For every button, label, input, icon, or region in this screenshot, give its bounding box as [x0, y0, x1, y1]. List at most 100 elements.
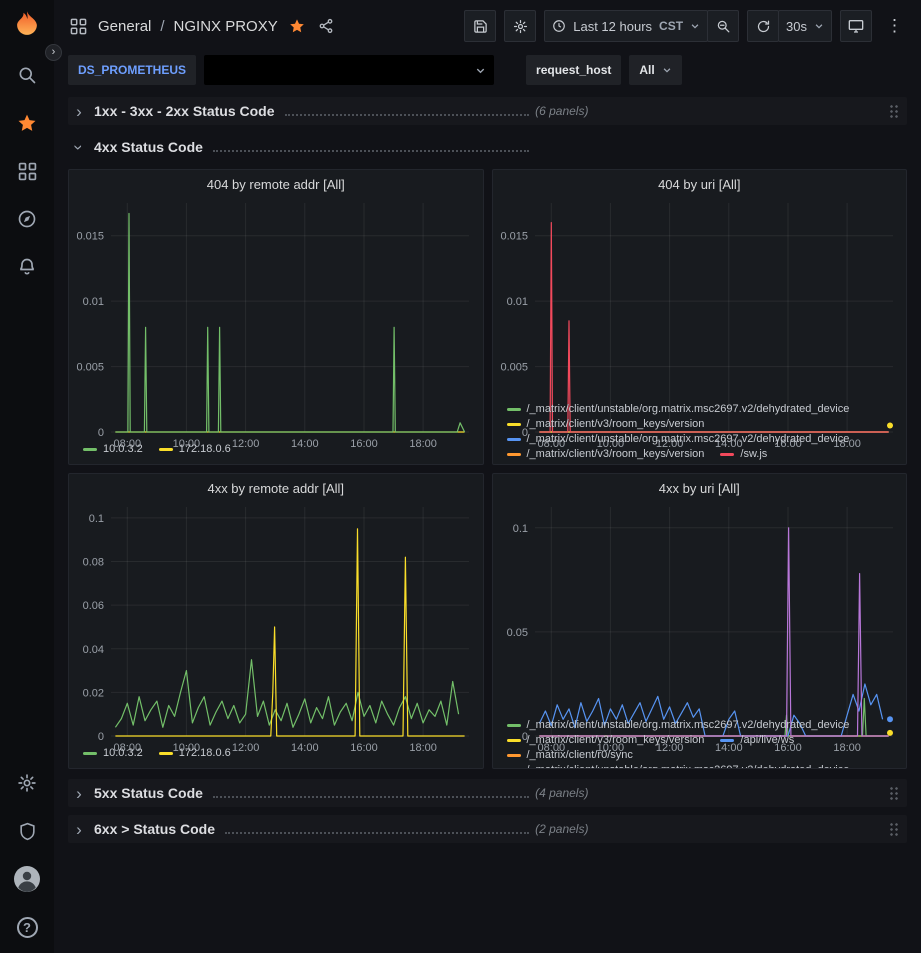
row-header-left: › 4xx Status Code [72, 139, 535, 156]
panel-title[interactable]: 404 by remote addr [All] [69, 170, 483, 193]
legend-item[interactable]: 172.18.0.6 [159, 442, 231, 456]
legend-item[interactable]: /_matrix/client/v3/room_keys/version [507, 733, 705, 747]
user-avatar[interactable] [0, 855, 54, 903]
star-icon[interactable] [287, 16, 307, 36]
dashboard-submenu: DS_PROMETHEUS request_host All [54, 52, 921, 95]
legend-item[interactable]: 172.18.0.6 [159, 746, 231, 760]
series-lines [115, 214, 464, 433]
tv-mode-button[interactable] [840, 10, 872, 42]
panel-legend: 10.0.3.2 172.18.0.6 [69, 744, 483, 768]
share-icon[interactable] [316, 16, 336, 36]
refresh-interval-label: 30s [786, 19, 807, 34]
dashboard-title[interactable]: NGINX PROXY [174, 18, 278, 35]
panel-404-by-uri: 404 by uri [All] 08:0010:0012:0014:0016:… [492, 169, 908, 465]
alerting-bell-icon[interactable] [0, 243, 54, 291]
sidebar-bottom: ? [0, 759, 54, 953]
chevron-down-icon [662, 65, 672, 75]
time-series-chart[interactable]: 08:0010:0012:0014:0016:0018:0000.050.1 [493, 497, 907, 716]
row-dots-leader [225, 832, 529, 834]
legend-item[interactable]: /_matrix/client/v3/room_keys/version [507, 417, 705, 431]
row-title: 4xx Status Code [94, 139, 203, 155]
svg-text:0: 0 [98, 731, 104, 743]
svg-text:0.1: 0.1 [89, 513, 104, 525]
dashboard-content: › 1xx - 3xx - 2xx Status Code (6 panels)… [54, 95, 921, 843]
legend-item[interactable]: /sw.js [720, 447, 767, 461]
legend-item[interactable]: /_matrix/client/unstable/org.matrix.msc2… [507, 432, 850, 446]
svg-text:0.015: 0.015 [500, 231, 528, 243]
row-4xx[interactable]: › 4xx Status Code [68, 133, 907, 161]
row-title: 5xx Status Code [94, 785, 203, 801]
clock-icon [552, 19, 566, 33]
time-range-picker[interactable]: Last 12 hours CST [544, 10, 708, 42]
dashboard-settings-button[interactable] [504, 10, 536, 42]
legend-swatch [159, 752, 173, 755]
row-5xx[interactable]: › 5xx Status Code (4 panels) [68, 779, 907, 807]
dashboards-icon[interactable] [0, 147, 54, 195]
refresh-interval-dropdown[interactable]: 30s [778, 10, 832, 42]
starred-dashboards-icon[interactable] [0, 99, 54, 147]
chart-svg[interactable]: 08:0010:0012:0014:0016:0018:0000.020.040… [69, 497, 483, 758]
request-host-value-dropdown[interactable]: All [629, 55, 681, 85]
row-6xx[interactable]: › 6xx > Status Code (2 panels) [68, 815, 907, 843]
time-series-chart[interactable]: 08:0010:0012:0014:0016:0018:0000.020.040… [69, 497, 483, 744]
chevron-right-icon: › [72, 103, 86, 120]
security-shield-icon[interactable] [0, 807, 54, 855]
svg-text:0.02: 0.02 [83, 687, 104, 699]
panel-4xx-by-remote-addr: 4xx by remote addr [All] 08:0010:0012:00… [68, 473, 484, 769]
drag-handle-icon[interactable] [889, 822, 899, 837]
svg-text:0.06: 0.06 [83, 600, 104, 612]
datasource-picker[interactable] [204, 55, 494, 85]
legend-swatch [83, 448, 97, 451]
row-panel-count: (4 panels) [535, 786, 588, 800]
grafana-logo-icon[interactable] [12, 10, 42, 45]
datasource-variable-label[interactable]: DS_PROMETHEUS [68, 55, 196, 85]
drag-handle-icon[interactable] [889, 786, 899, 801]
series-lines [115, 529, 464, 736]
refresh-button[interactable] [747, 10, 779, 42]
legend-item[interactable]: /_matrix/client/unstable/org.matrix.msc2… [507, 763, 850, 768]
sidebar-expand-button[interactable]: › [45, 44, 62, 61]
chevron-down-icon [814, 21, 824, 31]
panel-404-by-remote-addr: 404 by remote addr [All] 08:0010:0012:00… [68, 169, 484, 465]
time-controls: Last 12 hours CST [544, 10, 739, 42]
panel-title[interactable]: 4xx by uri [All] [493, 474, 907, 497]
chart-svg[interactable]: 08:0010:0012:0014:0016:0018:0000.0050.01… [69, 193, 483, 454]
save-icon [473, 19, 488, 34]
panel-title[interactable]: 404 by uri [All] [493, 170, 907, 193]
legend-item[interactable]: /api/live/ws [720, 733, 794, 747]
legend-item[interactable]: /_matrix/client/unstable/org.matrix.msc2… [507, 718, 850, 732]
server-admin-gear-icon[interactable] [0, 759, 54, 807]
row-header-left: › 1xx - 3xx - 2xx Status Code [72, 103, 535, 120]
save-dashboard-button[interactable] [464, 10, 496, 42]
apps-grid-icon[interactable] [68, 16, 89, 37]
sidebar: ? [0, 0, 54, 953]
svg-text:0.005: 0.005 [76, 362, 104, 374]
svg-text:0.005: 0.005 [500, 362, 528, 374]
svg-text:0.08: 0.08 [83, 557, 104, 569]
request-host-value-text: All [639, 63, 654, 77]
zoom-out-button[interactable] [707, 10, 739, 42]
legend-swatch [159, 448, 173, 451]
legend-item[interactable]: 10.0.3.2 [83, 746, 143, 760]
refresh-controls: 30s [747, 10, 832, 42]
legend-item[interactable]: /_matrix/client/r0/sync [507, 748, 633, 762]
legend-item[interactable]: /_matrix/client/v3/room_keys/version [507, 447, 705, 461]
row-header-left: › 5xx Status Code [72, 785, 535, 802]
kebab-menu-button[interactable]: ⋮ [880, 16, 909, 36]
panel-title[interactable]: 4xx by remote addr [All] [69, 474, 483, 497]
help-icon[interactable]: ? [0, 903, 54, 951]
search-icon[interactable] [0, 51, 54, 99]
drag-handle-icon[interactable] [889, 104, 899, 119]
legend-item[interactable]: /_matrix/client/unstable/org.matrix.msc2… [507, 402, 850, 416]
breadcrumb-section[interactable]: General [98, 18, 151, 35]
time-series-chart[interactable]: 08:0010:0012:0014:0016:0018:0000.0050.01… [69, 193, 483, 440]
time-series-chart[interactable]: 08:0010:0012:0014:0016:0018:0000.0050.01… [493, 193, 907, 400]
explore-compass-icon[interactable] [0, 195, 54, 243]
request-host-label-text: request_host [536, 63, 611, 77]
breadcrumb: General / NGINX PROXY [68, 16, 336, 37]
row-1xx-3xx-2xx[interactable]: › 1xx - 3xx - 2xx Status Code (6 panels) [68, 97, 907, 125]
svg-text:0: 0 [98, 427, 104, 439]
legend-item[interactable]: 10.0.3.2 [83, 442, 143, 456]
row-title: 1xx - 3xx - 2xx Status Code [94, 103, 275, 119]
legend-swatch [83, 752, 97, 755]
